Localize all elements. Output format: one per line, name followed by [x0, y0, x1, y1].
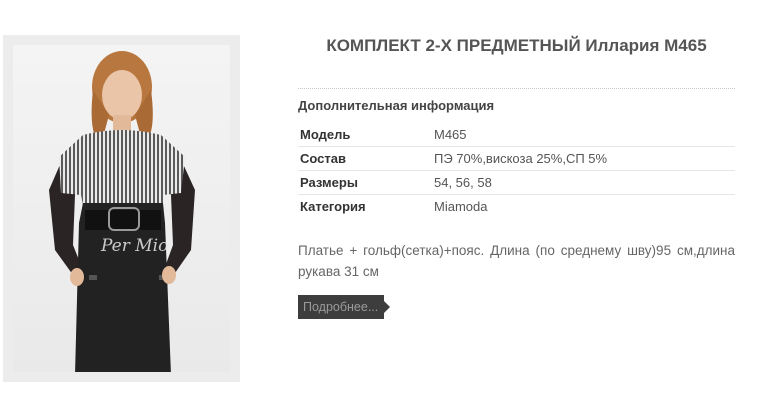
product-description: Платье + гольф(сетка)+пояс. Длина (по ср…: [298, 243, 735, 279]
watermark-text: Per Mio: [100, 236, 168, 256]
more-details-button[interactable]: Подробнее...: [298, 295, 391, 319]
divider: [298, 88, 735, 89]
model-illustration: Per Mio: [49, 51, 195, 372]
specs-table: Модель М465 Состав ПЭ 70%,вискоза 25%,СП…: [298, 123, 735, 218]
spec-value: 54, 56, 58: [432, 170, 735, 195]
spec-key: Размеры: [298, 170, 432, 195]
product-image[interactable]: Per Mio: [13, 45, 230, 372]
table-row: Размеры 54, 56, 58: [298, 170, 735, 195]
table-row: Категория Miamoda: [298, 195, 735, 219]
table-row: Состав ПЭ 70%,вискоза 25%,СП 5%: [298, 146, 735, 171]
spec-key: Категория: [300, 199, 366, 214]
spec-key: Состав: [298, 146, 432, 171]
additional-info-heading: Дополнительная информация: [298, 98, 495, 113]
product-image-frame: Per Mio: [3, 35, 240, 382]
product-title: КОМПЛЕКТ 2-Х ПРЕДМЕТНЫЙ Иллария М465: [326, 36, 707, 55]
spec-value: ПЭ 70%,вискоза 25%,СП 5%: [432, 146, 735, 171]
spec-value: Miamoda: [434, 199, 488, 214]
spec-value: М465: [432, 123, 735, 147]
table-row: Модель М465: [298, 123, 735, 147]
spec-key: Модель: [298, 123, 432, 147]
